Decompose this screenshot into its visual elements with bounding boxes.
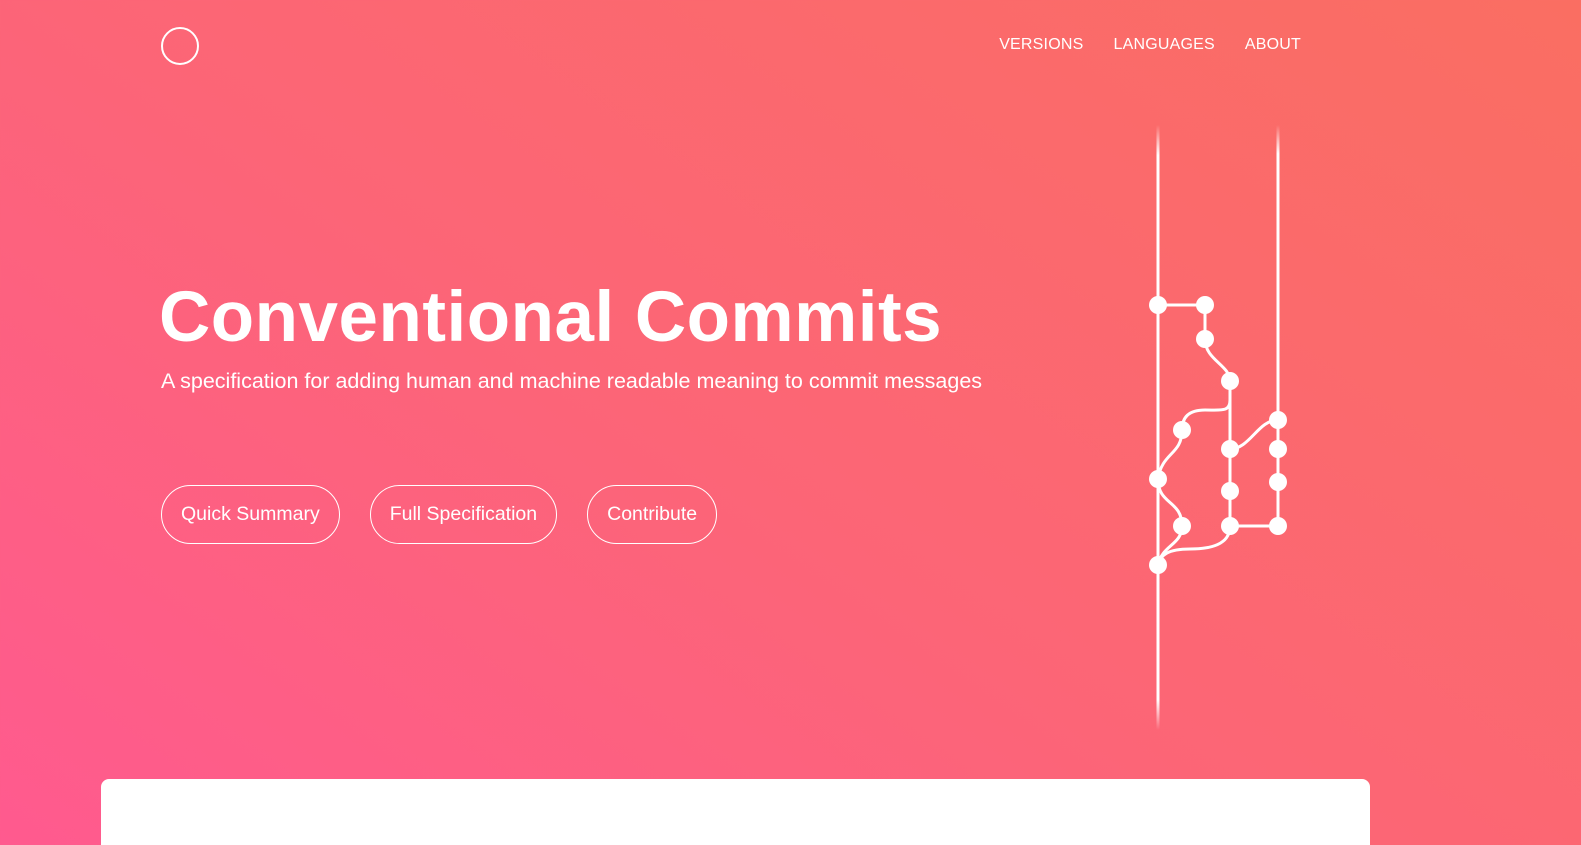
contribute-button[interactable]: Contribute [587,485,718,544]
content-card [101,779,1370,845]
quick-summary-button[interactable]: Quick Summary [161,485,340,544]
full-specification-button[interactable]: Full Specification [369,485,558,544]
git-branch-graph-icon [1149,123,1287,732]
hero-title: Conventional Commits [159,278,943,357]
circle-logo-icon[interactable] [161,27,199,65]
nav-link-versions[interactable]: VERSIONS [999,36,1083,54]
nav-link-about[interactable]: ABOUT [1245,36,1301,54]
nav-link-languages[interactable]: LANGUAGES [1113,36,1214,54]
hero-buttons: Quick Summary Full Specification Contrib… [161,485,718,544]
hero-subtitle: A specification for adding human and mac… [161,369,983,393]
main-nav: VERSIONS LANGUAGES ABOUT [999,36,1301,54]
